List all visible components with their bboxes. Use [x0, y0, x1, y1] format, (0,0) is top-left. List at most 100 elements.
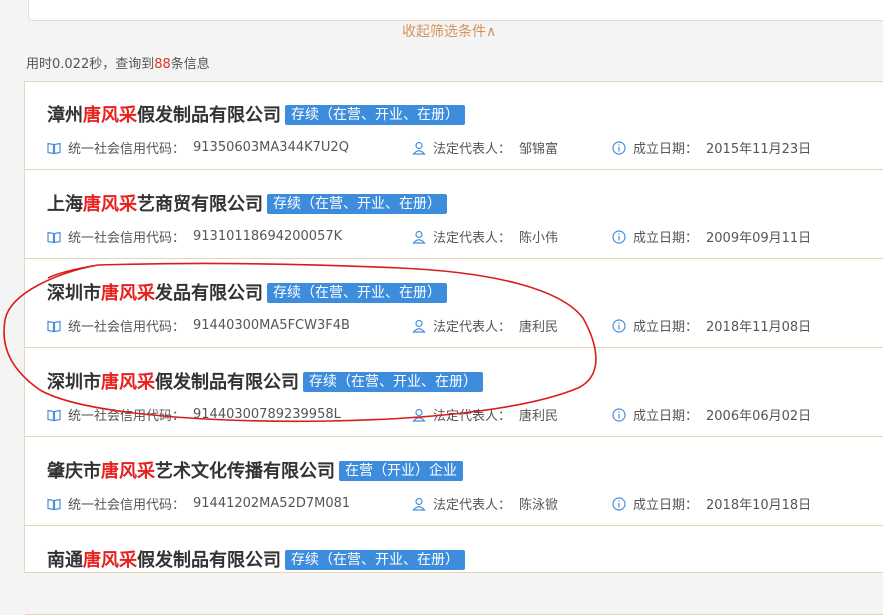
legal-rep-value: 陈小伟 [519, 231, 559, 246]
credit-code-field: 统一社会信用代码： 91350603MA344K7U2Q [47, 138, 349, 157]
founded-field: 成立日期： 2009年09月11日 [612, 227, 811, 246]
name-suffix: 艺商贸有限公司 [137, 194, 263, 215]
legal-rep-value: 唐利民 [519, 409, 559, 424]
legal-rep-field: 法定代表人： 邹锦富 [412, 138, 558, 157]
founded-value: 2015年11月23日 [706, 142, 812, 157]
credit-code-field: 统一社会信用代码： 91440300MA5FCW3F4B [47, 316, 350, 335]
name-prefix: 南通 [47, 550, 83, 571]
info-icon [612, 407, 626, 422]
credit-code-label: 统一社会信用代码： [68, 498, 186, 513]
meta-row: 统一社会信用代码： 91441202MA52D7M081 法定代表人： 陈泳锨 成立… [47, 494, 883, 513]
user-icon [412, 497, 426, 511]
user-icon [412, 408, 426, 422]
founded-field: 成立日期： 2006年06月02日 [612, 405, 811, 424]
founded-value: 2018年11月08日 [706, 320, 812, 335]
legal-rep-value: 邹锦富 [519, 142, 559, 157]
company-name-link[interactable]: 深圳市唐风采发品有限公司 存续（在营、开业、在册） [47, 279, 447, 305]
name-prefix: 深圳市 [47, 372, 101, 393]
company-name-link[interactable]: 漳州唐风采假发制品有限公司 存续（在营、开业、在册） [47, 101, 465, 127]
result-summary: 用时0.022秒，查询到88条信息 [26, 53, 210, 72]
credit-code-value: 91441202MA52D7M081 [193, 496, 351, 511]
legal-rep-field: 法定代表人： 陈小伟 [412, 227, 558, 246]
legal-rep-field: 法定代表人： 唐利民 [412, 316, 558, 335]
founded-label: 成立日期： [633, 231, 699, 246]
founded-label: 成立日期： [633, 142, 699, 157]
company-name-link[interactable]: 南通唐风采假发制品有限公司 存续（在营、开业、在册） [47, 546, 465, 572]
credit-code-value: 91440300MA5FCW3F4B [193, 318, 350, 333]
meta-row: 统一社会信用代码： 91440300MA5FCW3F4B 法定代表人： 唐利民 成立… [47, 316, 883, 335]
founded-label: 成立日期： [633, 320, 699, 335]
name-suffix: 假发制品有限公司 [137, 105, 281, 126]
name-prefix: 上海 [47, 194, 83, 215]
legal-rep-field: 法定代表人： 陈泳锨 [412, 494, 558, 513]
meta-row: 统一社会信用代码： 91310118694200057K 法定代表人： 陈小伟 成立… [47, 227, 883, 246]
status-badge: 存续（在营、开业、在册） [285, 550, 465, 570]
info-icon [612, 229, 626, 244]
user-icon [412, 230, 426, 244]
book-icon [47, 409, 61, 421]
user-icon [412, 141, 426, 155]
credit-code-label: 统一社会信用代码： [68, 409, 186, 424]
name-prefix: 漳州 [47, 105, 83, 126]
filter-panel [28, 0, 883, 21]
result-summary-prefix: 用时0.022秒，查询到 [26, 57, 155, 72]
status-badge: 存续（在营、开业、在册） [267, 283, 447, 303]
credit-code-value: 91440300789239958L [193, 407, 341, 422]
name-highlight: 唐风采 [101, 283, 155, 304]
founded-value: 2006年06月02日 [706, 409, 812, 424]
legal-rep-label: 法定代表人： [433, 231, 512, 246]
credit-code-label: 统一社会信用代码： [68, 231, 186, 246]
result-item: 深圳市唐风采发品有限公司 存续（在营、开业、在册） 统一社会信用代码： 914403… [25, 260, 883, 348]
book-icon [47, 320, 61, 332]
credit-code-label: 统一社会信用代码： [68, 142, 186, 157]
status-badge: 存续（在营、开业、在册） [285, 105, 465, 125]
book-icon [47, 498, 61, 510]
book-icon [47, 142, 61, 154]
result-item: 漳州唐风采假发制品有限公司 存续（在营、开业、在册） 统一社会信用代码： 91350… [25, 82, 883, 170]
result-item: 上海唐风采艺商贸有限公司 存续（在营、开业、在册） 统一社会信用代码： 913101… [25, 171, 883, 259]
name-prefix: 肇庆市 [47, 461, 101, 482]
name-suffix: 发品有限公司 [155, 283, 263, 304]
founded-label: 成立日期： [633, 498, 699, 513]
info-icon [612, 318, 626, 333]
name-highlight: 唐风采 [83, 194, 137, 215]
meta-row: 统一社会信用代码： 91440300789239958L 法定代表人： 唐利民 成立… [47, 405, 883, 424]
legal-rep-label: 法定代表人： [433, 498, 512, 513]
legal-rep-value: 陈泳锨 [519, 498, 559, 513]
legal-rep-label: 法定代表人： [433, 320, 512, 335]
name-suffix: 假发制品有限公司 [155, 372, 299, 393]
founded-value: 2018年10月18日 [706, 498, 812, 513]
name-highlight: 唐风采 [101, 461, 155, 482]
company-name-link[interactable]: 深圳市唐风采假发制品有限公司 存续（在营、开业、在册） [47, 368, 483, 394]
status-badge: 存续（在营、开业、在册） [303, 372, 483, 392]
name-highlight: 唐风采 [101, 372, 155, 393]
founded-label: 成立日期： [633, 409, 699, 424]
result-count: 88 [154, 57, 171, 72]
legal-rep-label: 法定代表人： [433, 409, 512, 424]
name-highlight: 唐风采 [83, 105, 137, 126]
user-icon [412, 319, 426, 333]
legal-rep-field: 法定代表人： 唐利民 [412, 405, 558, 424]
name-suffix: 艺术文化传播有限公司 [155, 461, 335, 482]
book-icon [47, 231, 61, 243]
credit-code-value: 91350603MA344K7U2Q [193, 140, 349, 155]
credit-code-label: 统一社会信用代码： [68, 320, 186, 335]
founded-field: 成立日期： 2018年11月08日 [612, 316, 811, 335]
meta-row: 统一社会信用代码： 91350603MA344K7U2Q 法定代表人： 邹锦富 成立… [47, 138, 883, 157]
credit-code-value: 91310118694200057K [193, 229, 343, 244]
legal-rep-value: 唐利民 [519, 320, 559, 335]
credit-code-field: 统一社会信用代码： 91441202MA52D7M081 [47, 494, 350, 513]
results-list: 漳州唐风采假发制品有限公司 存续（在营、开业、在册） 统一社会信用代码： 91350… [24, 81, 883, 615]
result-item: 南通唐风采假发制品有限公司 存续（在营、开业、在册） [25, 527, 883, 615]
result-item: 肇庆市唐风采艺术文化传播有限公司 在营（开业）企业 统一社会信用代码： 914412… [25, 438, 883, 526]
company-name-link[interactable]: 上海唐风采艺商贸有限公司 存续（在营、开业、在册） [47, 190, 447, 216]
founded-value: 2009年09月11日 [706, 231, 812, 246]
credit-code-field: 统一社会信用代码： 91440300789239958L [47, 405, 341, 424]
status-badge: 在营（开业）企业 [339, 461, 463, 481]
founded-field: 成立日期： 2015年11月23日 [612, 138, 811, 157]
founded-field: 成立日期： 2018年10月18日 [612, 494, 811, 513]
status-badge: 存续（在营、开业、在册） [267, 194, 447, 214]
collapse-filter-toggle[interactable]: 收起筛选条件∧ [402, 21, 496, 41]
result-summary-suffix: 条信息 [170, 57, 210, 72]
company-name-link[interactable]: 肇庆市唐风采艺术文化传播有限公司 在营（开业）企业 [47, 457, 463, 483]
